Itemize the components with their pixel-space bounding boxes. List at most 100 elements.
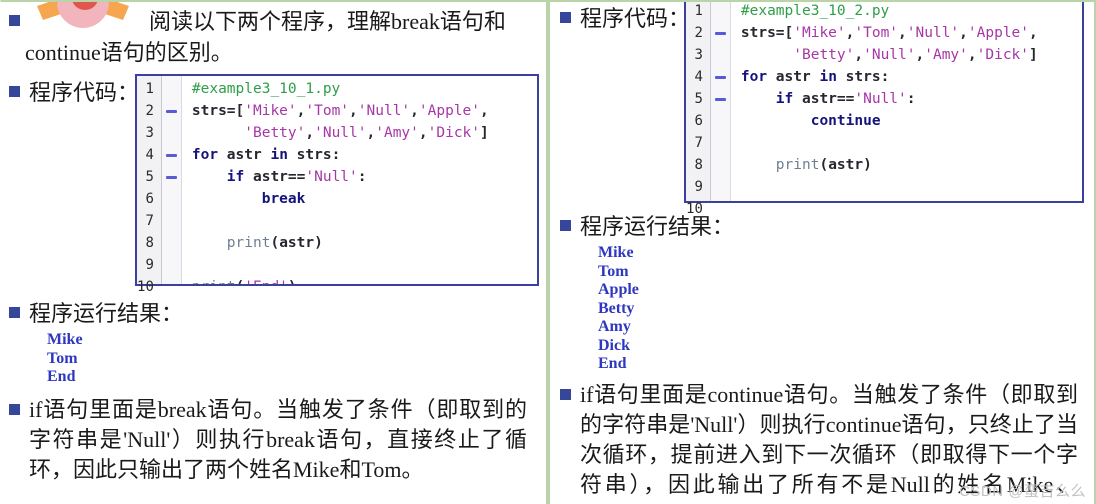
slide-right: 程序代码： 1 2 3 4 5 6 7 8 9 10 #example3_10_2.py strs=… bbox=[548, 0, 1096, 504]
code-content[interactable]: #example3_10_2.py strs=['Mike','Tom','Nul… bbox=[731, 2, 1082, 201]
code-section-left: 程序代码： 1 2 3 4 5 6 7 8 9 10 #example3_10_1.py strs=… bbox=[9, 74, 546, 295]
code-line: continue bbox=[741, 110, 1082, 132]
token-str: 'Null' bbox=[357, 103, 411, 119]
token-fn: print bbox=[192, 279, 236, 284]
token-plain: strs=[ bbox=[740, 25, 794, 41]
token-plain: , bbox=[366, 125, 376, 141]
intro-bullet-row: 阅读以下两个程序，理解break语句和continue语句的区别。 bbox=[9, 6, 533, 68]
code-line: for astr in strs: bbox=[741, 66, 1082, 88]
intro-text: 阅读以下两个程序，理解break语句和continue语句的区别。 bbox=[25, 9, 506, 65]
token-kw: if bbox=[226, 169, 245, 185]
line-number: 9 bbox=[145, 257, 154, 273]
code-line: print(astr) bbox=[192, 232, 537, 254]
code-line: 'Betty','Null','Amy','Dick'] bbox=[741, 44, 1082, 66]
code-line: print('End') bbox=[741, 198, 1082, 201]
bullet-square-icon bbox=[560, 12, 571, 23]
code-label: 程序代码： bbox=[580, 6, 691, 31]
token-kw: for bbox=[740, 69, 768, 85]
code-line: #example3_10_2.py bbox=[741, 2, 1082, 22]
line-number: 8 bbox=[694, 157, 703, 173]
line-number: 3 bbox=[145, 125, 154, 141]
token-fn: print bbox=[226, 235, 271, 251]
code-fold-toggle-icon[interactable] bbox=[711, 22, 730, 44]
code-line: if astr=='Null': bbox=[192, 166, 537, 188]
token-plain: astr== bbox=[793, 91, 855, 107]
token-str: 'Null' bbox=[854, 91, 907, 107]
bullet-square-icon bbox=[560, 220, 571, 231]
token-str: 'Amy' bbox=[375, 125, 419, 141]
code-content[interactable]: #example3_10_1.py strs=['Mike','Tom','Nul… bbox=[182, 76, 537, 284]
bullet-square-icon bbox=[9, 86, 20, 97]
output-line: Apple bbox=[598, 281, 639, 298]
code-fold-column[interactable] bbox=[161, 76, 182, 284]
token-plain: ) bbox=[288, 279, 297, 284]
token-kw: in bbox=[270, 147, 288, 163]
code-fold-column[interactable] bbox=[710, 2, 731, 201]
token-str: 'Dick' bbox=[976, 47, 1030, 63]
line-number: 9 bbox=[694, 179, 703, 195]
code-line: print('End') bbox=[192, 276, 537, 284]
token-var: astr bbox=[828, 157, 864, 173]
csdn-watermark: CSDN @蛮吉么么 bbox=[959, 483, 1086, 500]
output-line: Betty bbox=[598, 299, 635, 317]
code-line: break bbox=[192, 188, 537, 210]
code-block-example1[interactable]: 1 2 3 4 5 6 7 8 9 10 #example3_10_1.py strs=['Mike… bbox=[135, 74, 540, 295]
output-line: Mike bbox=[598, 244, 634, 261]
code-fold-toggle-icon[interactable] bbox=[711, 66, 730, 88]
token-comment: #example3_10_1.py bbox=[191, 81, 341, 97]
code-line: for astr in strs: bbox=[192, 144, 537, 166]
code-fold-toggle-icon[interactable] bbox=[162, 166, 181, 188]
code-line: print(astr) bbox=[741, 154, 1082, 176]
token-plain: , bbox=[1029, 25, 1038, 41]
line-number: 4 bbox=[694, 69, 703, 85]
code-fold-toggle-icon[interactable] bbox=[711, 88, 730, 110]
program-output-left: Mike Tom End bbox=[47, 331, 546, 387]
token-kw: break bbox=[261, 191, 306, 207]
token-str: 'Tom' bbox=[305, 103, 350, 119]
token-plain: , bbox=[349, 103, 358, 119]
token-str: 'Mike' bbox=[244, 103, 297, 119]
code-fold-spacer bbox=[711, 2, 730, 22]
line-number: 4 bbox=[145, 147, 154, 163]
line-number: 6 bbox=[145, 191, 154, 207]
token-str: 'Null' bbox=[314, 125, 367, 141]
token-plain: : bbox=[357, 169, 367, 185]
code-gutter: 1 2 3 4 5 6 7 8 9 10 bbox=[137, 76, 162, 295]
slide-left: 阅读以下两个程序，理解break语句和continue语句的区别。 程序代码： … bbox=[0, 0, 548, 504]
code-fold-spacer bbox=[711, 132, 730, 154]
token-str: 'End' bbox=[244, 279, 288, 284]
token-plain: ) bbox=[863, 157, 872, 173]
result-label: 程序运行结果： bbox=[29, 301, 184, 326]
code-fold-spacer bbox=[162, 254, 181, 276]
token-str: 'Null' bbox=[906, 25, 960, 41]
token-plain: strs: bbox=[287, 147, 341, 163]
code-gutter: 1 2 3 4 5 6 7 8 9 10 bbox=[686, 2, 711, 217]
token-plain: , bbox=[854, 47, 864, 63]
output-line: Tom bbox=[598, 262, 629, 280]
code-fold-toggle-icon[interactable] bbox=[162, 100, 181, 122]
token-plain: , bbox=[410, 103, 419, 119]
code-block-example2[interactable]: 1 2 3 4 5 6 7 8 9 10 #example3_10_2.py strs=['Mike… bbox=[684, 2, 1085, 217]
line-number: 7 bbox=[694, 135, 703, 151]
line-number: 2 bbox=[145, 103, 154, 119]
line-number: 10 bbox=[137, 279, 154, 295]
token-plain: : bbox=[906, 91, 916, 107]
token-plain: , bbox=[959, 25, 968, 41]
code-fold-toggle-icon[interactable] bbox=[162, 144, 181, 166]
token-var: astr bbox=[279, 235, 315, 251]
token-plain: , bbox=[305, 125, 315, 141]
token-kw: if bbox=[775, 91, 794, 107]
code-label: 程序代码： bbox=[29, 80, 140, 105]
result-bullet-row-right: 程序运行结果： bbox=[560, 211, 1094, 242]
token-str: 'Amy' bbox=[924, 47, 968, 63]
token-plain: strs: bbox=[836, 69, 890, 85]
output-line: Tom bbox=[47, 349, 78, 367]
code-fold-spacer bbox=[162, 78, 181, 100]
token-plain: , bbox=[480, 103, 489, 119]
